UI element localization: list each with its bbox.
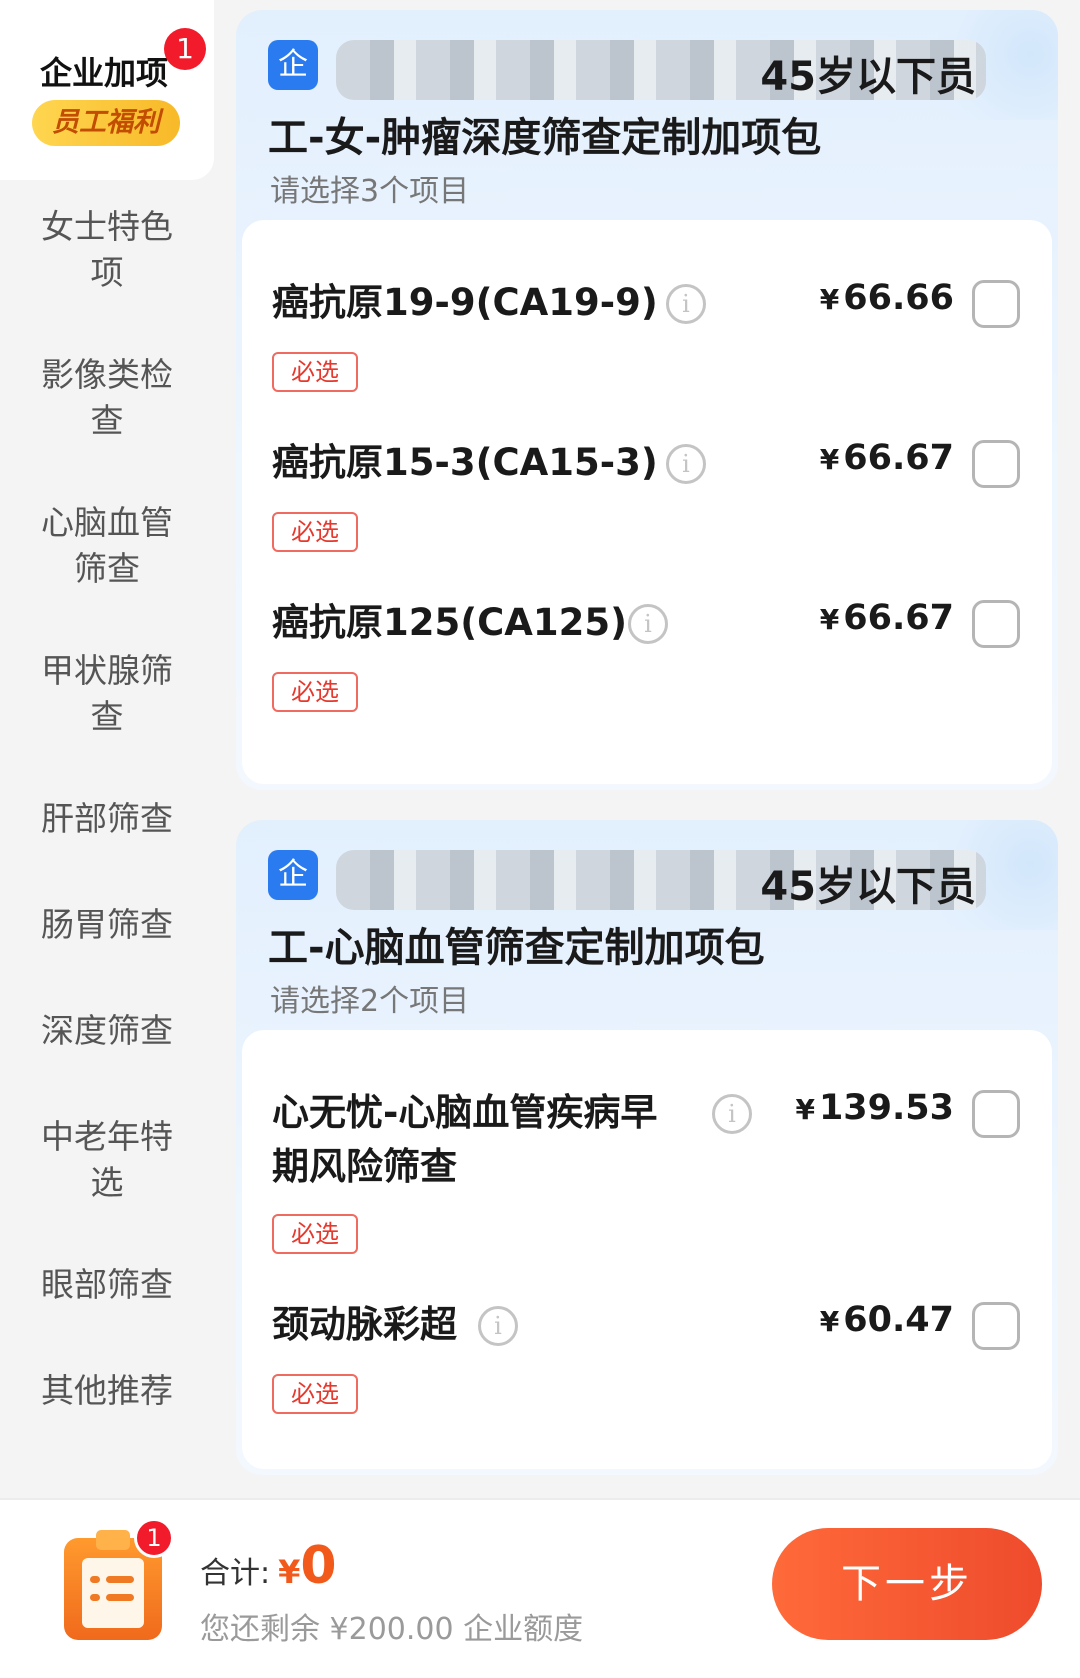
sidebar-item-label: 筛查	[74, 549, 140, 588]
total-amount: 合计: ¥0	[200, 1536, 337, 1596]
required-tag: 必选	[272, 352, 358, 392]
package-item-list: 癌抗原19-9(CA19-9) i ¥66.66 必选 癌抗原15-3(CA15…	[242, 220, 1052, 784]
package-title-line1: 45岁以下员	[760, 54, 976, 100]
info-icon[interactable]: i	[628, 604, 668, 644]
clipboard-line	[90, 1594, 100, 1601]
item-name: 癌抗原19-9(CA19-9)	[272, 281, 658, 324]
remaining-quota: 您还剩余 ¥200.00 企业额度	[200, 1612, 584, 1647]
sidebar-item-label: 眼部筛查	[41, 1265, 173, 1304]
list-item[interactable]: 心无忧-心脑血管疾病早 期风险筛查 i ¥139.53 必选	[242, 1086, 1052, 1256]
clipboard-line	[106, 1594, 134, 1601]
sidebar-item-gastro[interactable]: 肠胃筛查	[0, 902, 214, 948]
item-name: 颈动脉彩超	[272, 1303, 457, 1346]
item-name: 癌抗原15-3(CA15-3)	[272, 441, 658, 484]
item-checkbox[interactable]	[972, 280, 1020, 328]
package-title-line2: 工-心脑血管筛查定制加项包	[268, 925, 765, 971]
info-icon[interactable]: i	[712, 1094, 752, 1134]
sidebar-item-label: 查	[90, 401, 124, 440]
sidebar-item-label: 甲状腺筛	[41, 651, 173, 690]
item-name: 癌抗原125(CA125)	[272, 601, 628, 644]
sidebar-item-other[interactable]: 其他推荐	[0, 1368, 214, 1414]
required-tag: 必选	[272, 1214, 358, 1254]
sidebar-item-label: 女士特色	[41, 207, 173, 246]
addon-package-card: 企 45岁以下员 工-心脑血管筛查定制加项包 请选择2个项目 心无忧-心脑血管疾…	[236, 820, 1058, 1475]
clipboard-clip	[96, 1530, 130, 1550]
item-price: ¥66.67	[819, 438, 954, 478]
package-title-line1: 45岁以下员	[760, 864, 976, 910]
cart-button[interactable]: 1	[64, 1518, 174, 1640]
sidebar-item-label: 肠胃筛查	[41, 905, 173, 944]
sidebar-item-eye[interactable]: 眼部筛查	[0, 1262, 214, 1308]
sidebar-item-label: 查	[90, 697, 124, 736]
item-checkbox[interactable]	[972, 600, 1020, 648]
sidebar-item-label: 其他推荐	[41, 1371, 173, 1410]
sidebar-item-cardio[interactable]: 心脑血管 筛查	[0, 500, 214, 592]
enterprise-icon: 企	[268, 40, 318, 90]
selection-hint: 请选择3个项目	[270, 174, 470, 209]
info-icon[interactable]: i	[666, 284, 706, 324]
sidebar-item-label: 中老年特	[41, 1117, 173, 1156]
sidebar-item-label: 选	[90, 1163, 124, 1202]
item-price: ¥60.47	[819, 1300, 954, 1340]
sidebar-item-deep[interactable]: 深度筛查	[0, 1008, 214, 1054]
item-price: ¥66.67	[819, 598, 954, 638]
list-item[interactable]: 癌抗原15-3(CA15-3) i ¥66.67 必选	[242, 436, 1052, 556]
cart-count-badge: 1	[134, 1518, 174, 1558]
item-checkbox[interactable]	[972, 1302, 1020, 1350]
item-name: 心无忧-心脑血管疾病早 期风险筛查	[272, 1091, 658, 1188]
item-checkbox[interactable]	[972, 1090, 1020, 1138]
category-sidebar: 企业加项 1 员工福利 女士特色 项 影像类检 查 心脑血管 筛查 甲状腺筛 查…	[0, 0, 214, 1500]
clipboard-line	[106, 1576, 134, 1583]
selection-hint: 请选择2个项目	[270, 984, 470, 1019]
enterprise-icon: 企	[268, 850, 318, 900]
list-item[interactable]: 癌抗原19-9(CA19-9) i ¥66.66 必选	[242, 276, 1052, 396]
info-icon[interactable]: i	[666, 444, 706, 484]
package-item-list: 心无忧-心脑血管疾病早 期风险筛查 i ¥139.53 必选 颈动脉彩超 i ¥…	[242, 1030, 1052, 1469]
sidebar-item-label: 心脑血管	[41, 503, 173, 542]
sidebar-item-label: 企业加项	[40, 54, 169, 92]
sidebar-item-label: 项	[90, 253, 124, 292]
clipboard-line	[90, 1576, 100, 1583]
list-item[interactable]: 颈动脉彩超 i ¥60.47 必选	[242, 1298, 1052, 1418]
sidebar-item-elderly[interactable]: 中老年特 选	[0, 1114, 214, 1206]
sidebar-item-label: 影像类检	[41, 355, 173, 394]
item-price: ¥139.53	[795, 1088, 954, 1128]
next-step-button[interactable]: 下一步	[772, 1528, 1042, 1640]
checkout-bar: 1 合计: ¥0 您还剩余 ¥200.00 企业额度 下一步	[0, 1498, 1080, 1678]
notification-badge: 1	[164, 28, 206, 70]
item-price: ¥66.66	[819, 278, 954, 318]
employee-welfare-tag: 员工福利	[32, 100, 180, 146]
addon-package-card: 企 45岁以下员 工-女-肿瘤深度筛查定制加项包 请选择3个项目 癌抗原19-9…	[236, 10, 1058, 790]
required-tag: 必选	[272, 512, 358, 552]
sidebar-item-thyroid[interactable]: 甲状腺筛 查	[0, 648, 214, 740]
required-tag: 必选	[272, 672, 358, 712]
sidebar-item-enterprise-addon[interactable]: 企业加项 1 员工福利	[0, 0, 214, 180]
info-icon[interactable]: i	[478, 1306, 518, 1346]
clipboard-paper	[82, 1558, 144, 1628]
sidebar-item-women-special[interactable]: 女士特色 项	[0, 204, 214, 296]
sidebar-item-imaging[interactable]: 影像类检 查	[0, 352, 214, 444]
sidebar-item-label: 深度筛查	[41, 1011, 173, 1050]
list-item[interactable]: 癌抗原125(CA125) i ¥66.67 必选	[242, 596, 1052, 716]
item-checkbox[interactable]	[972, 440, 1020, 488]
sidebar-item-liver[interactable]: 肝部筛查	[0, 796, 214, 842]
sidebar-item-label: 肝部筛查	[41, 799, 173, 838]
required-tag: 必选	[272, 1374, 358, 1414]
package-title-line2: 工-女-肿瘤深度筛查定制加项包	[268, 115, 822, 161]
